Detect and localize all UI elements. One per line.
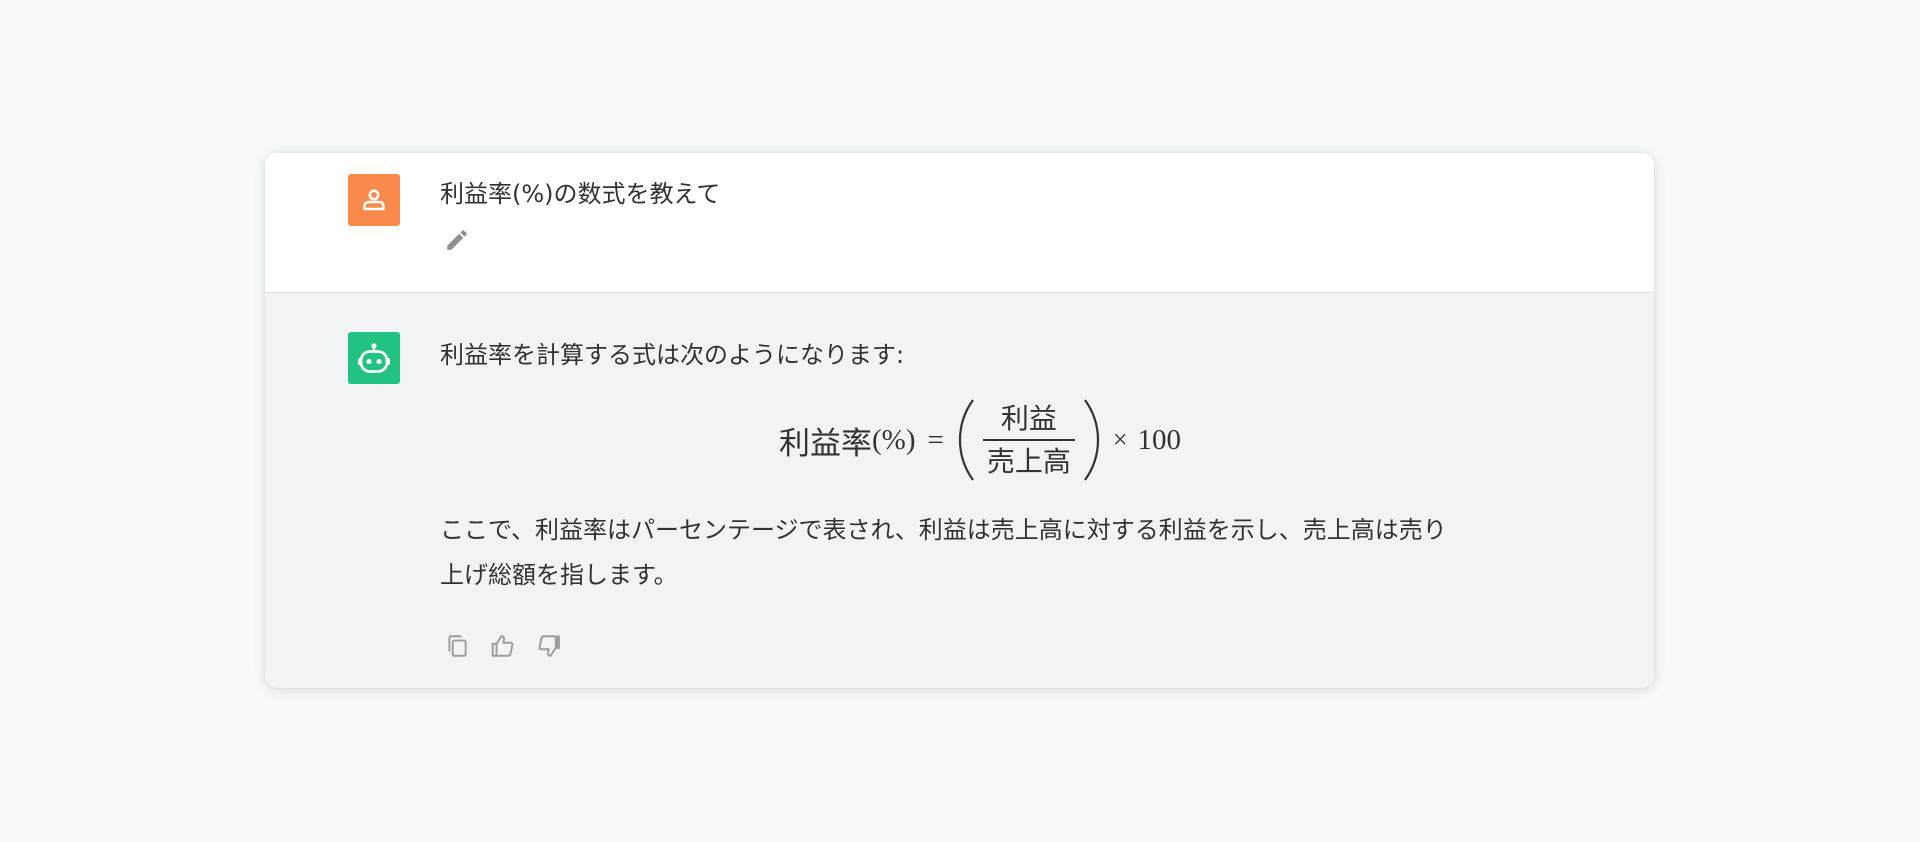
formula-lhs-unit: (%) (872, 423, 916, 456)
chat-card: 利益率(%)の数式を教えて 利益率を計算する式は次のようになります: 利益率 (… (265, 153, 1654, 688)
formula-equals: = (927, 423, 944, 456)
formula-times: × (1112, 425, 1128, 454)
explanation-line-1: ここで、利益率はパーセンテージで表され、利益は売上高に対する利益を示し、売上高は… (440, 516, 1447, 544)
formula-fraction: 利益 売上高 (982, 401, 1075, 480)
user-message-text: 利益率(%)の数式を教えて (440, 180, 721, 208)
thumbs-up-button[interactable] (488, 631, 518, 661)
message-actions (442, 631, 564, 661)
user-message-row: 利益率(%)の数式を教えて (265, 153, 1654, 293)
robot-icon (358, 343, 390, 373)
thumbs-down-icon (538, 635, 560, 657)
formula-denominator: 売上高 (986, 444, 1071, 478)
formula-lhs-label: 利益率 (779, 425, 872, 462)
formula-multiplier: 100 (1137, 423, 1182, 456)
formula-numerator: 利益 (1000, 401, 1057, 435)
right-paren-icon (1083, 399, 1099, 481)
assistant-explanation: ここで、利益率はパーセンテージで表され、利益は売上高に対する利益を示し、売上高は… (440, 508, 1560, 598)
left-paren-icon (958, 399, 974, 481)
thumbs-up-icon (491, 635, 514, 657)
thumbs-down-button[interactable] (534, 631, 564, 661)
pencil-icon (447, 230, 467, 250)
copy-icon (448, 635, 467, 657)
edit-message-button[interactable] (442, 225, 472, 255)
explanation-line-2: 上げ総額を指します。 (440, 561, 678, 589)
assistant-avatar (348, 332, 400, 384)
user-icon (363, 189, 385, 211)
copy-button[interactable] (442, 631, 472, 661)
user-avatar (348, 174, 400, 226)
assistant-intro-text: 利益率を計算する式は次のようになります: (440, 341, 905, 369)
fraction-bar (982, 438, 1075, 441)
profit-margin-formula: 利益率 (%) = 利益 売上高 × 100 (779, 398, 1181, 482)
